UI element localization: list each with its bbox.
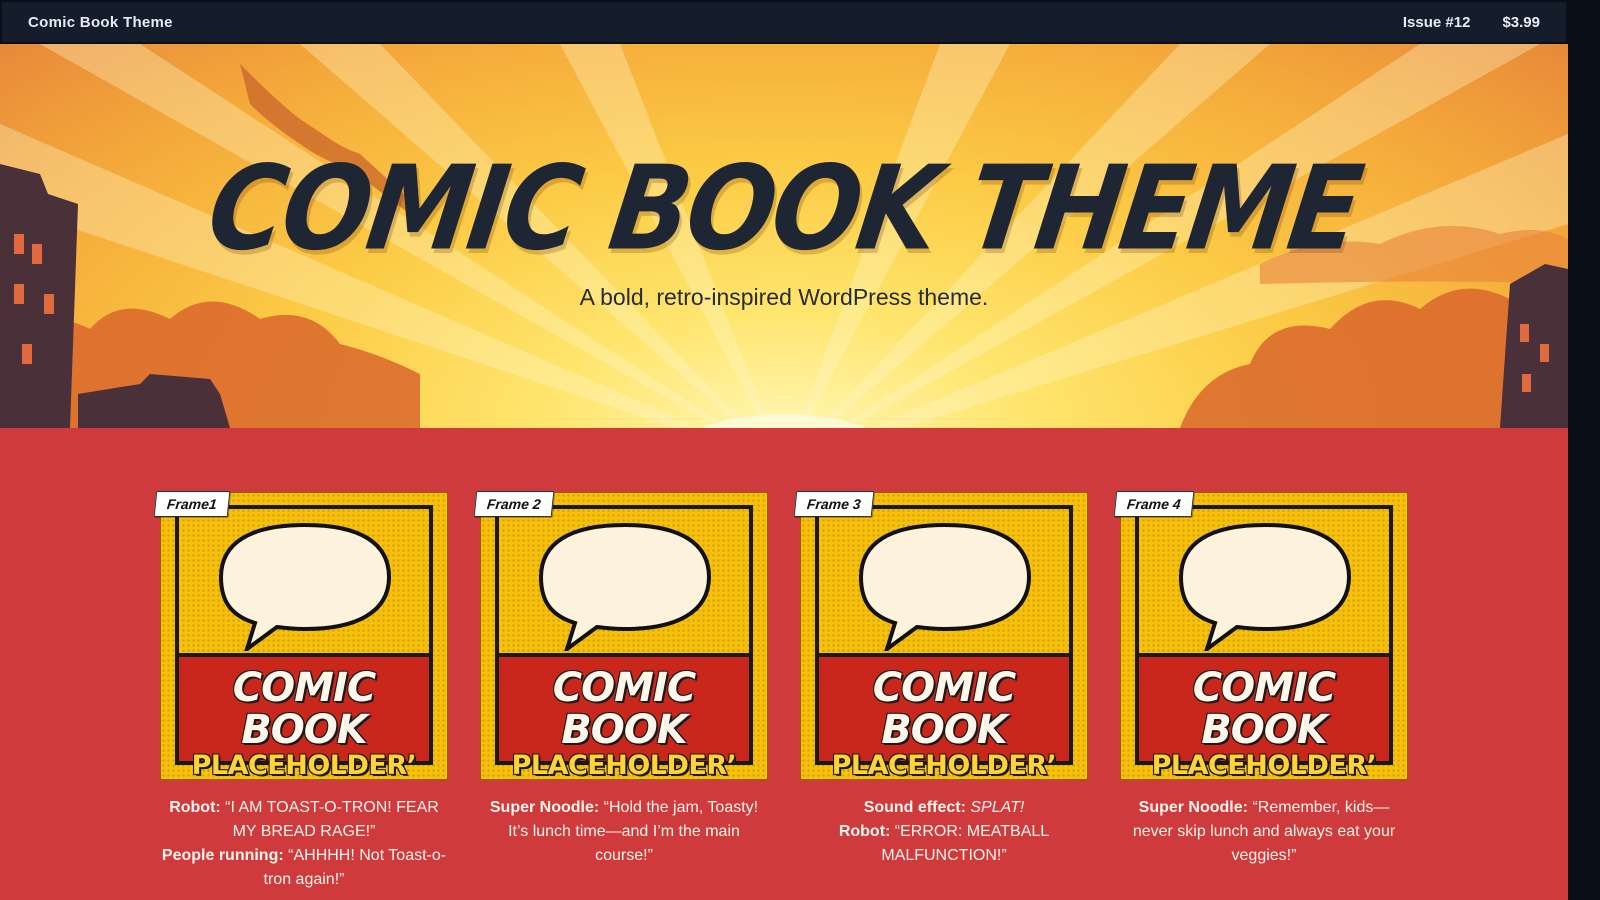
comic-panels: COMIC BOOK PLACEHOLDER’ Frame1 Robot: “I… [153,491,1420,892]
panel-image[interactable]: COMIC BOOK PLACEHOLDER’ Frame 2 [473,491,768,780]
dialogue-text: “ERROR: MEATBALL MALFUNCTION!” [881,823,1050,864]
frame-label: Frame 3 [793,491,875,517]
panel-image[interactable]: COMIC BOOK PLACEHOLDER’ Frame 3 [793,491,1088,780]
page: Comic Book Theme Issue #12 $3.99 COMIC B… [0,0,1568,900]
panel-banner: COMIC BOOK PLACEHOLDER’ [179,653,429,780]
speaker-name: Super Noodle: [1138,799,1248,816]
speech-bubble-icon [858,522,1032,651]
panel-2: COMIC BOOK PLACEHOLDER’ Frame 2 Super No… [473,491,768,892]
speaker-name: Sound effect: [863,799,966,816]
banner-line-1: COMIC BOOK [1192,665,1336,753]
panel-banner: COMIC BOOK PLACEHOLDER’ [499,653,749,780]
banner-line-1: COMIC BOOK [232,665,376,753]
top-bar: Comic Book Theme Issue #12 $3.99 [0,0,1568,44]
frame-label: Frame 4 [1113,491,1195,517]
caption-line: Super Noodle: “Remember, kids—never skip… [1120,796,1408,868]
panel-caption: Sound effect: SPLAT! Robot: “ERROR: MEAT… [800,796,1088,868]
panel-banner: COMIC BOOK PLACEHOLDER’ [819,653,1069,780]
caption-line: People running: “AHHHH! Not Toast-o-tron… [160,844,448,892]
caption-line: Robot: “I AM TOAST-O-TRON! FEAR MY BREAD… [160,796,448,844]
issue-number: Issue #12 [1402,13,1471,31]
dialogue-text: “I AM TOAST-O-TRON! FEAR MY BREAD RAGE!” [220,799,439,840]
hero-banner: COMIC BOOK THEME A bold, retro-inspired … [0,44,1568,428]
banner-line-2: PLACEHOLDER’ [1151,750,1377,781]
speech-bubble-icon [1178,522,1352,651]
caption-line: Robot: “ERROR: MEATBALL MALFUNCTION!” [800,820,1088,868]
site-title-link[interactable]: Comic Book Theme [28,14,173,31]
speech-bubble-icon [218,522,392,651]
frame-label: Frame 2 [473,491,555,517]
banner-line-1: COMIC BOOK [552,665,696,753]
panel-caption: Robot: “I AM TOAST-O-TRON! FEAR MY BREAD… [160,796,448,892]
speech-bubble-icon [538,522,712,651]
hero-title: COMIC BOOK THEME [200,139,1368,277]
speaker-name: Robot: [169,799,221,816]
panel-image[interactable]: COMIC BOOK PLACEHOLDER’ Frame1 [153,491,448,780]
panel-caption: Super Noodle: “Hold the jam, Toasty! It’… [480,796,768,868]
panel-3: COMIC BOOK PLACEHOLDER’ Frame 3 Sound ef… [793,491,1088,892]
banner-line-1: COMIC BOOK [872,665,1016,753]
banner-line-2: PLACEHOLDER’ [831,750,1057,781]
speaker-name: Super Noodle: [489,799,600,816]
panel-4: COMIC BOOK PLACEHOLDER’ Frame 4 Super No… [1113,491,1408,892]
banner-line-2: PLACEHOLDER’ [511,750,737,781]
panel-caption: Super Noodle: “Remember, kids—never skip… [1120,796,1408,868]
hero-subtitle: A bold, retro-inspired WordPress theme. [579,284,989,310]
dialogue-text: “AHHHH! Not Toast-o-tron again!” [263,847,447,888]
panel-banner: COMIC BOOK PLACEHOLDER’ [1139,653,1389,780]
panel-image[interactable]: COMIC BOOK PLACEHOLDER’ Frame 4 [1113,491,1408,780]
frame-label: Frame1 [153,491,231,517]
speaker-name: People running: [161,847,284,864]
banner-line-2: PLACEHOLDER’ [191,750,417,781]
sound-effect-text: SPLAT! [965,799,1025,816]
issue-price: $3.99 [1502,13,1540,31]
panel-1: COMIC BOOK PLACEHOLDER’ Frame1 Robot: “I… [153,491,448,892]
speaker-name: Robot: [838,823,891,840]
caption-line: Sound effect: SPLAT! [800,796,1088,820]
caption-line: Super Noodle: “Hold the jam, Toasty! It’… [480,796,768,868]
issue-info: Issue #12 $3.99 [1403,14,1540,31]
